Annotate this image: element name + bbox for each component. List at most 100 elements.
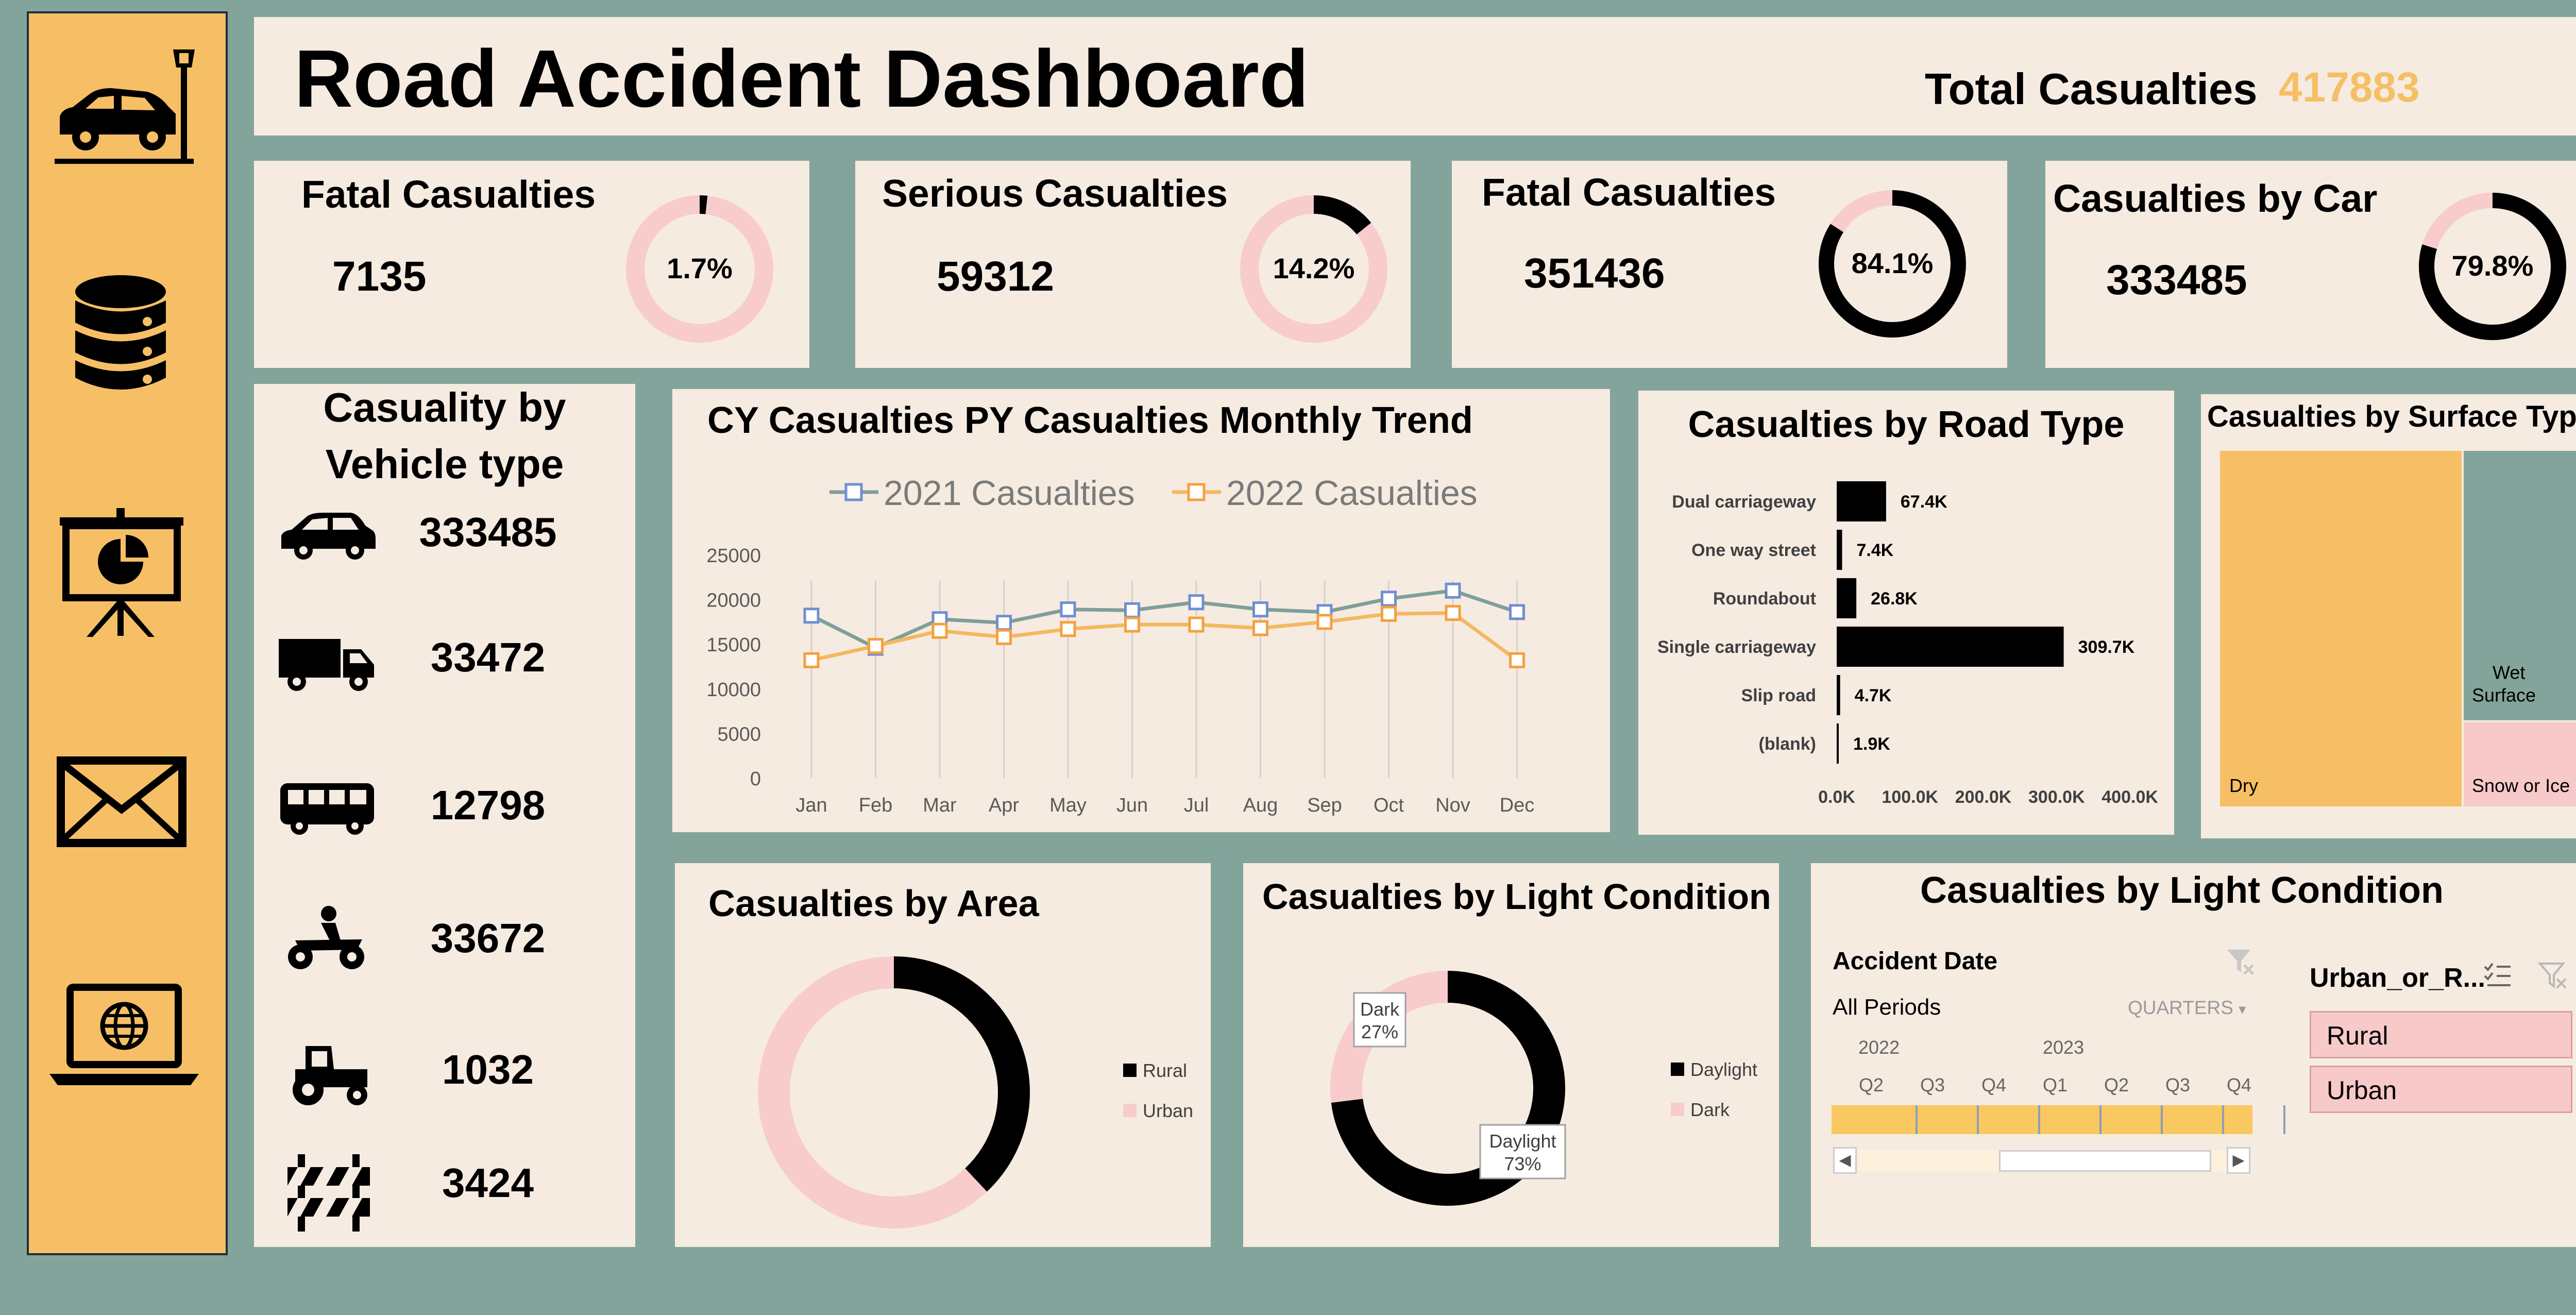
bar-data-label: 26.8K: [1871, 589, 1918, 609]
series-point: [1252, 620, 1268, 636]
laptop-globe-icon[interactable]: [49, 982, 209, 1116]
truck-icon: [279, 639, 374, 691]
series-point: [803, 608, 820, 624]
vehicle-value-truck: 33472: [430, 634, 546, 680]
bar-data-label: 4.7K: [1855, 686, 1892, 705]
x-tick-label: Dec: [1500, 795, 1535, 816]
bar-category-label: Slip road: [1741, 686, 1816, 705]
timeline-tick: [2038, 1105, 2040, 1134]
kpi-pct: 14.2%: [1273, 252, 1355, 284]
chevron-down-icon: ▾: [2239, 1001, 2246, 1017]
treemap-label: Snow or Ice: [2472, 775, 2570, 796]
y-tick-label: 0: [750, 768, 761, 790]
y-tick-label: 5000: [717, 723, 761, 745]
bar-category-label: Roundabout: [1713, 589, 1816, 609]
x-tick-label: Feb: [859, 795, 892, 816]
vehicle-panel-title-line1: Casuality by: [323, 384, 566, 430]
kpi-donut: 84.1%: [1819, 190, 1966, 338]
vehicle-type-panel: Casuality by Vehicle type 333485 33472 1…: [254, 384, 635, 1247]
timeline-quarter-label[interactable]: Q4: [2227, 1074, 2251, 1096]
slicer-title: Casualties by Light Condition: [1920, 870, 2444, 911]
timeline-scroll-right-button[interactable]: ▶: [2227, 1147, 2250, 1174]
mail-icon[interactable]: [49, 745, 209, 879]
legend-label: Rural: [1143, 1060, 1187, 1081]
sidebar: [27, 11, 228, 1255]
series-line-2021-casualties: [810, 588, 1518, 650]
timeline-tick: [2222, 1105, 2224, 1134]
kpi-donut: 14.2%: [1240, 195, 1387, 343]
series-point: [1060, 601, 1076, 618]
x-tick-label: 100.0K: [1882, 787, 1938, 807]
bar-data-label: 7.4K: [1857, 541, 1894, 560]
vehicle-value-barrier: 3424: [442, 1160, 534, 1206]
legend-swatch: [1671, 1063, 1684, 1076]
series-point: [1445, 605, 1461, 621]
series-point: [803, 652, 820, 668]
x-tick-label: Jul: [1184, 795, 1209, 816]
timeline-scrollbar-thumb[interactable]: [1999, 1150, 2211, 1172]
series-point: [996, 615, 1012, 631]
kpi-title: Fatal Casualties: [1482, 171, 1776, 214]
header-panel: Road Accident Dashboard Total Casualties…: [254, 17, 2576, 136]
kpi-donut: 1.7%: [626, 195, 773, 343]
barrier-icon: [287, 1154, 370, 1232]
bar-category-label: One way street: [1691, 541, 1816, 560]
timeline-scroll-left-button[interactable]: ◀: [1833, 1147, 1857, 1174]
car-crash-icon[interactable]: [49, 44, 209, 178]
timeline-quarter-label[interactable]: Q1: [2043, 1074, 2067, 1096]
x-tick-label: Jun: [1116, 795, 1148, 816]
timeline-bar[interactable]: [1832, 1105, 2252, 1134]
kpi-title: Casualties by Car: [2053, 177, 2378, 220]
bar-category-label: Dual carriageway: [1672, 492, 1816, 512]
x-tick-label: Aug: [1243, 795, 1278, 816]
kpi-title: Serious Casualties: [882, 172, 1228, 215]
series-point: [1381, 591, 1397, 607]
clear-filter-icon[interactable]: [2225, 946, 2256, 976]
series-line-2022-casualties: [811, 611, 1518, 662]
vehicle-value-tractor: 1032: [442, 1047, 534, 1092]
bar: [1837, 675, 1840, 715]
surface-treemap: DryWet SurfaceSnow or Ice: [2220, 451, 2576, 806]
timeline-field-label: Accident Date: [1833, 948, 1998, 975]
bar: [1837, 578, 1857, 618]
timeline-period-label: All Periods: [1833, 994, 1941, 1020]
slicer-option-rural[interactable]: Rural: [2310, 1011, 2572, 1058]
series-point: [1509, 604, 1525, 620]
timeline-quarter-label[interactable]: Q2: [1859, 1074, 1884, 1096]
series-point: [1188, 594, 1205, 611]
kpi-card-car: Casualties by Car 333485 79.8%: [2045, 161, 2576, 368]
treemap-tile-dry: [2220, 451, 2462, 806]
x-tick-label: 0.0K: [1818, 787, 1855, 807]
kpi-pct: 79.8%: [2452, 249, 2534, 282]
slicer-option-urban[interactable]: Urban: [2310, 1066, 2572, 1113]
legend-swatch: [1671, 1103, 1684, 1116]
timeline-tick: [2161, 1105, 2163, 1134]
clear-filter-icon[interactable]: [2537, 959, 2568, 990]
line-legend: 2021 Casualties 2022 Casualties: [829, 474, 1478, 513]
x-tick-label: May: [1049, 795, 1087, 816]
multi-select-icon[interactable]: [2482, 959, 2513, 990]
series-point: [1381, 605, 1397, 622]
granularity-label: QUARTERS: [2128, 997, 2233, 1018]
x-tick-label: Nov: [1435, 795, 1470, 816]
timeline-quarter-label[interactable]: Q2: [2104, 1074, 2129, 1096]
kpi-value: 351436: [1524, 250, 1665, 297]
legend-label: Urban: [1143, 1100, 1193, 1121]
database-icon[interactable]: [49, 268, 209, 402]
vehicle-value-car: 333485: [419, 509, 557, 555]
bar-data-label: 67.4K: [1901, 492, 1947, 512]
x-tick-label: Mar: [923, 795, 957, 816]
timeline-granularity-dropdown[interactable]: QUARTERS ▾: [2128, 997, 2246, 1019]
kpi-pct: 1.7%: [667, 252, 733, 284]
series-point: [1124, 616, 1140, 633]
timeline-quarter-label[interactable]: Q3: [1920, 1074, 1945, 1096]
presentation-icon[interactable]: [49, 508, 209, 642]
bar: [1837, 530, 1842, 570]
timeline-quarter-label[interactable]: Q4: [1981, 1074, 2006, 1096]
series-point: [1060, 621, 1076, 637]
total-casualties-label: Total Casualties: [1925, 65, 2258, 114]
timeline-quarter-label[interactable]: Q3: [2165, 1074, 2190, 1096]
y-tick-label: 10000: [706, 679, 761, 701]
slicer-field-label: Urban_or_R...: [2310, 963, 2485, 993]
legend-swatch: [1123, 1104, 1137, 1117]
